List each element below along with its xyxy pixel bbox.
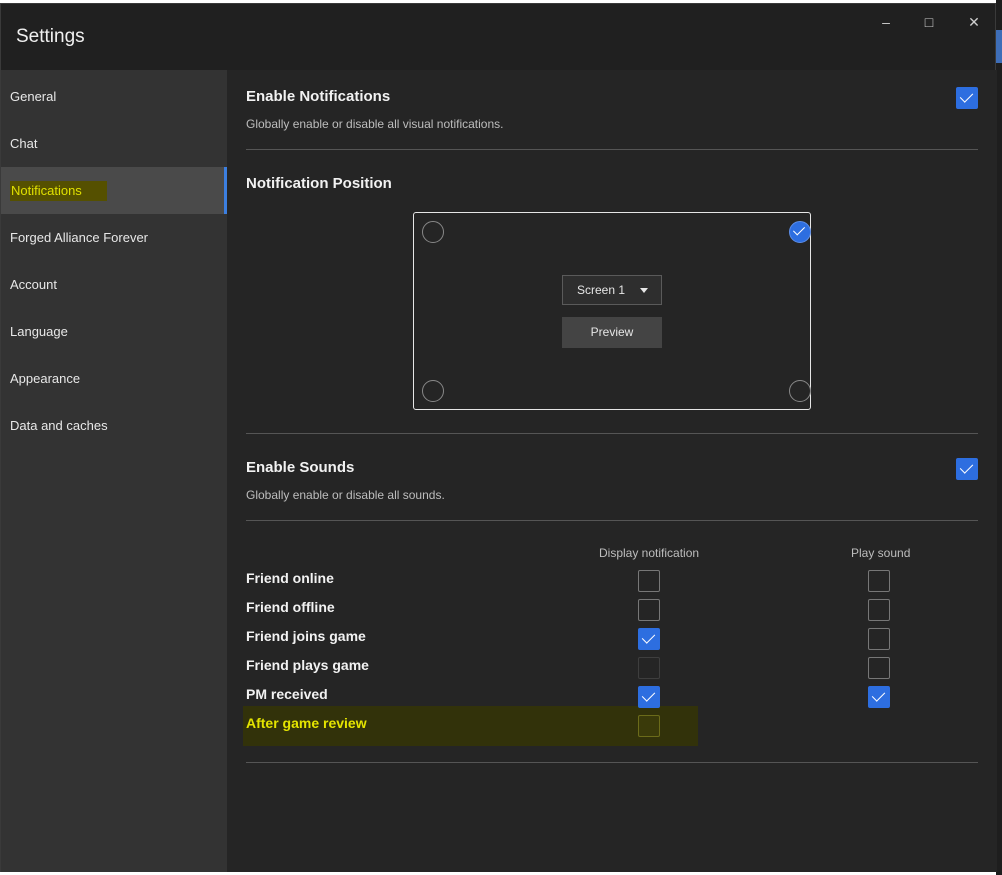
pm-received-sound-checkbox[interactable] — [868, 686, 890, 708]
maximize-icon[interactable]: □ — [919, 12, 939, 32]
position-bottom-left-radio[interactable] — [422, 380, 444, 402]
friend-offline-sound-checkbox[interactable] — [868, 599, 890, 621]
notification-position-title: Notification Position — [246, 175, 392, 192]
divider — [246, 762, 978, 763]
sidebar-item-general[interactable]: General — [1, 73, 227, 120]
row-label-after-game-review: After game review — [246, 715, 367, 731]
position-bottom-right-radio[interactable] — [789, 380, 811, 402]
screen-select[interactable]: Screen 1 — [562, 275, 662, 305]
column-header-display: Display notification — [599, 546, 700, 560]
title-bar: Settings – □ ✕ — [1, 4, 995, 70]
position-picker: Screen 1 Preview — [413, 212, 811, 410]
sidebar-item-label: Appearance — [10, 371, 81, 386]
sidebar-item-appearance[interactable]: Appearance — [1, 355, 227, 402]
friend-plays-sound-checkbox[interactable] — [868, 657, 890, 679]
sidebar-item-account[interactable]: Account — [1, 261, 227, 308]
background-accent — [996, 30, 1002, 63]
friend-online-sound-checkbox[interactable] — [868, 570, 890, 592]
sidebar-item-chat[interactable]: Chat — [1, 120, 227, 167]
settings-sidebar: General Chat Notifications Forged Allian… — [1, 70, 227, 872]
enable-notifications-title: Enable Notifications — [246, 88, 391, 105]
sidebar-item-label: Data and caches — [10, 418, 108, 433]
screen-select-value: Screen 1 — [577, 283, 626, 297]
sidebar-item-notifications[interactable]: Notifications — [1, 167, 227, 214]
window-title: Settings — [16, 26, 85, 47]
enable-sounds-title: Enable Sounds — [246, 459, 355, 476]
sidebar-item-label: General — [10, 89, 57, 104]
row-label-friend-online: Friend online — [246, 570, 334, 586]
minimize-icon[interactable]: – — [876, 12, 896, 32]
divider — [246, 149, 978, 150]
friend-joins-display-checkbox[interactable] — [638, 628, 660, 650]
chevron-down-icon — [640, 288, 648, 293]
enable-notifications-checkbox[interactable] — [956, 87, 978, 109]
divider — [246, 520, 978, 521]
close-icon[interactable]: ✕ — [964, 12, 984, 32]
row-label-friend-plays-game: Friend plays game — [246, 657, 369, 673]
enable-sounds-checkbox[interactable] — [956, 458, 978, 480]
sidebar-item-label: Forged Alliance Forever — [10, 230, 149, 245]
sidebar-item-label: Language — [10, 324, 68, 339]
row-label-friend-joins-game: Friend joins game — [246, 628, 366, 644]
sidebar-item-label: Chat — [10, 136, 38, 151]
row-label-pm-received: PM received — [246, 686, 328, 702]
position-top-left-radio[interactable] — [422, 221, 444, 243]
sidebar-item-faf[interactable]: Forged Alliance Forever — [1, 214, 227, 261]
divider — [246, 433, 978, 434]
pm-received-display-checkbox[interactable] — [638, 686, 660, 708]
friend-online-display-checkbox[interactable] — [638, 570, 660, 592]
friend-plays-display-checkbox[interactable] — [638, 657, 660, 679]
enable-sounds-description: Globally enable or disable all sounds. — [246, 488, 445, 502]
preview-button[interactable]: Preview — [562, 317, 662, 348]
column-header-sound: Play sound — [851, 546, 911, 560]
row-label-friend-offline: Friend offline — [246, 599, 335, 615]
sidebar-item-data-caches[interactable]: Data and caches — [1, 402, 227, 449]
after-game-review-display-checkbox[interactable] — [638, 715, 660, 737]
notifications-panel: Enable Notifications Globally enable or … — [227, 70, 997, 872]
friend-offline-display-checkbox[interactable] — [638, 599, 660, 621]
sidebar-item-language[interactable]: Language — [1, 308, 227, 355]
position-top-right-radio[interactable] — [789, 221, 811, 243]
sidebar-item-label: Account — [10, 277, 57, 292]
friend-joins-sound-checkbox[interactable] — [868, 628, 890, 650]
enable-notifications-description: Globally enable or disable all visual no… — [246, 117, 504, 131]
settings-window: Settings – □ ✕ General Chat Notification… — [0, 3, 997, 872]
sidebar-item-label: Notifications — [10, 181, 107, 201]
